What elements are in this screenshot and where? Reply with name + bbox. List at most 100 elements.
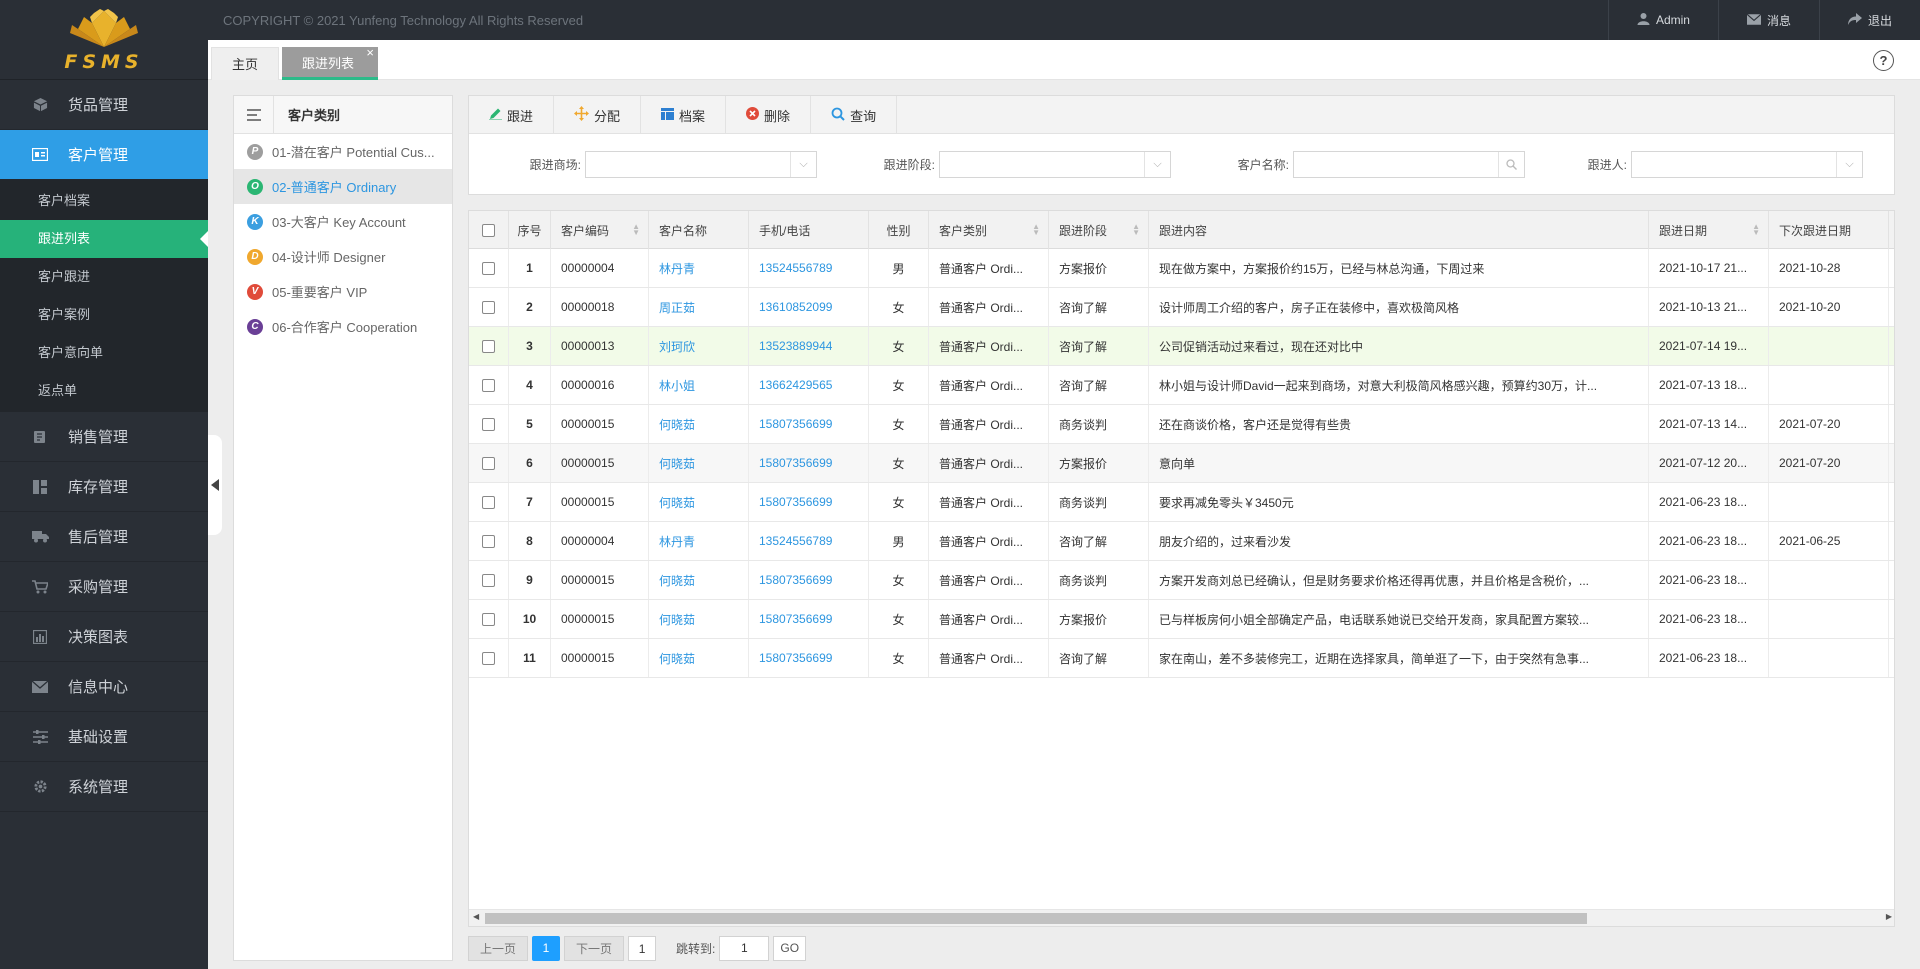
cell-name-text[interactable]: 何晓茹 bbox=[659, 650, 695, 667]
col-code[interactable]: 客户编码 ▲ ▼ bbox=[551, 211, 649, 249]
cell-name-text[interactable]: 林小姐 bbox=[659, 377, 695, 394]
category-item-designer[interactable]: D 04-设计师 Designer bbox=[234, 239, 452, 274]
nav-system[interactable]: 系统管理 bbox=[0, 762, 208, 812]
jump-page-input[interactable]: 1 bbox=[719, 935, 770, 961]
cell-name-text[interactable]: 周正茹 bbox=[659, 299, 695, 316]
sidebar-collapse-toggle[interactable] bbox=[208, 435, 222, 535]
sub-rebate-order[interactable]: 返点单 bbox=[0, 372, 208, 410]
row-checkbox[interactable] bbox=[482, 378, 495, 392]
cell-phone[interactable]: 13610852099 bbox=[749, 288, 869, 326]
customer-name-input[interactable] bbox=[1293, 150, 1525, 178]
sub-customer-followup[interactable]: 客户跟进 bbox=[0, 258, 208, 296]
followup-button[interactable]: 跟进 bbox=[469, 96, 555, 134]
logout-button[interactable]: 退出 bbox=[1818, 0, 1920, 40]
cell-phone-text[interactable]: 13524556789 bbox=[759, 261, 832, 275]
category-item-cooperation[interactable]: C 06-合作客户 Cooperation bbox=[234, 309, 452, 344]
cell-phone-text[interactable]: 15807356699 bbox=[759, 495, 832, 509]
cell-name-text[interactable]: 林丹青 bbox=[659, 260, 695, 277]
row-checkbox[interactable] bbox=[482, 612, 495, 626]
cell-phone-text[interactable]: 15807356699 bbox=[759, 573, 832, 587]
nav-decision-charts[interactable]: 决策图表 bbox=[0, 612, 208, 662]
nav-aftersales[interactable]: 售后管理 bbox=[0, 512, 208, 562]
col-stage[interactable]: 跟进阶段 ▲ ▼ bbox=[1049, 211, 1149, 249]
cell-phone[interactable]: 13524556789 bbox=[749, 249, 869, 287]
nav-inventory[interactable]: 库存管理 bbox=[0, 462, 208, 512]
category-item-potential[interactable]: P 01-潜在客户 Potential Cus... bbox=[234, 134, 452, 169]
cell-phone[interactable]: 13662429565 bbox=[749, 366, 869, 404]
cell-phone-text[interactable]: 13523889944 bbox=[759, 339, 832, 353]
archive-button[interactable]: 档案 bbox=[641, 96, 727, 134]
cell-phone[interactable]: 15807356699 bbox=[749, 444, 869, 482]
table-row[interactable]: 2 00000018 周正茹 13610852099 女 普通客户 Ordi... 咨询了解… bbox=[469, 288, 1894, 327]
row-checkbox[interactable] bbox=[482, 495, 495, 509]
assign-button[interactable]: 分配 bbox=[554, 96, 642, 134]
table-row[interactable]: 8 00000004 林丹青 13524556789 男 普通客户 Ordi... 咨询了解… bbox=[469, 522, 1894, 561]
cell-phone[interactable]: 15807356699 bbox=[749, 639, 869, 677]
cell-phone-text[interactable]: 13524556789 bbox=[759, 534, 832, 548]
select-all-checkbox[interactable] bbox=[482, 223, 495, 237]
cell-name-text[interactable]: 何晓茹 bbox=[659, 416, 695, 433]
row-checkbox[interactable] bbox=[482, 261, 495, 275]
cell-name[interactable]: 何晓茹 bbox=[649, 483, 749, 521]
next-page-button[interactable]: 下一页 bbox=[564, 935, 625, 961]
table-row[interactable]: 3 00000013 刘珂欣 13523889944 女 普通客户 Ordi... 咨询了解… bbox=[469, 327, 1894, 366]
row-checkbox[interactable] bbox=[482, 651, 495, 665]
cell-name[interactable]: 何晓茹 bbox=[649, 639, 749, 677]
cell-phone[interactable]: 13524556789 bbox=[749, 522, 869, 560]
cell-phone[interactable]: 15807356699 bbox=[749, 405, 869, 443]
category-item-key-account[interactable]: K 03-大客户 Key Account bbox=[234, 204, 452, 239]
cell-phone-text[interactable]: 15807356699 bbox=[759, 651, 832, 665]
row-checkbox[interactable] bbox=[482, 456, 495, 470]
sub-intention-order[interactable]: 客户意向单 bbox=[0, 334, 208, 372]
cell-phone[interactable]: 15807356699 bbox=[749, 483, 869, 521]
query-button[interactable]: 查询 bbox=[811, 96, 898, 134]
nav-purchase[interactable]: 采购管理 bbox=[0, 562, 208, 612]
tab-close-icon[interactable]: × bbox=[366, 36, 374, 69]
col-type[interactable]: 客户类别 ▲ ▼ bbox=[929, 211, 1049, 249]
table-row[interactable]: 7 00000015 何晓茹 15807356699 女 普通客户 Ordi... 商务谈判… bbox=[469, 483, 1894, 522]
cell-name-text[interactable]: 林丹青 bbox=[659, 533, 695, 550]
follower-select[interactable]: ⌵ bbox=[1631, 150, 1863, 178]
cell-name[interactable]: 周正茹 bbox=[649, 288, 749, 326]
table-row[interactable]: 11 00000015 何晓茹 15807356699 女 普通客户 Ordi... 咨询了… bbox=[469, 639, 1894, 678]
row-checkbox[interactable] bbox=[482, 417, 495, 431]
cell-phone-text[interactable]: 15807356699 bbox=[759, 456, 832, 470]
cell-name[interactable]: 何晓茹 bbox=[649, 561, 749, 599]
prev-page-button[interactable]: 上一页 bbox=[468, 935, 529, 961]
messages-button[interactable]: 消息 bbox=[1717, 0, 1819, 40]
cell-name[interactable]: 何晓茹 bbox=[649, 600, 749, 638]
cell-phone[interactable]: 15807356699 bbox=[749, 561, 869, 599]
category-item-vip[interactable]: V 05-重要客户 VIP bbox=[234, 274, 452, 309]
current-page[interactable]: 1 bbox=[532, 935, 561, 961]
cell-phone-text[interactable]: 15807356699 bbox=[759, 417, 832, 431]
nav-customer[interactable]: 客户管理 bbox=[0, 130, 208, 180]
cell-name[interactable]: 何晓茹 bbox=[649, 444, 749, 482]
table-row[interactable]: 9 00000015 何晓茹 15807356699 女 普通客户 Ordi... 商务谈判… bbox=[469, 561, 1894, 600]
help-icon[interactable]: ? bbox=[1873, 50, 1894, 71]
horizontal-scrollbar[interactable]: ◀ ▶ bbox=[469, 909, 1894, 926]
cell-name-text[interactable]: 何晓茹 bbox=[659, 611, 695, 628]
stage-select[interactable]: ⌵ bbox=[939, 150, 1171, 178]
cell-name-text[interactable]: 刘珂欣 bbox=[659, 338, 695, 355]
delete-button[interactable]: 删除 bbox=[726, 96, 812, 134]
user-menu-button[interactable]: Admin bbox=[1607, 0, 1718, 40]
table-row[interactable]: 1 00000004 林丹青 13524556789 男 普通客户 Ordi... 方案报价… bbox=[469, 249, 1894, 288]
cell-phone[interactable]: 13523889944 bbox=[749, 327, 869, 365]
row-checkbox[interactable] bbox=[482, 573, 495, 587]
cell-name-text[interactable]: 何晓茹 bbox=[659, 572, 695, 589]
col-date[interactable]: 跟进日期 ▲ ▼ bbox=[1649, 211, 1769, 249]
cell-phone[interactable]: 15807356699 bbox=[749, 600, 869, 638]
tab-home[interactable]: 主页 bbox=[211, 47, 280, 80]
table-row[interactable]: 4 00000016 林小姐 13662429565 女 普通客户 Ordi... 咨询了解… bbox=[469, 366, 1894, 405]
sub-followup-list[interactable]: 跟进列表 bbox=[0, 220, 208, 258]
cell-name[interactable]: 林丹青 bbox=[649, 249, 749, 287]
list-menu-icon[interactable] bbox=[234, 95, 274, 134]
row-checkbox[interactable] bbox=[482, 339, 495, 353]
cell-name[interactable]: 林小姐 bbox=[649, 366, 749, 404]
nav-goods[interactable]: 货品管理 bbox=[0, 80, 208, 130]
cell-phone-text[interactable]: 13662429565 bbox=[759, 378, 832, 392]
table-row[interactable]: 5 00000015 何晓茹 15807356699 女 普通客户 Ordi... 商务谈判… bbox=[469, 405, 1894, 444]
cell-name[interactable]: 刘珂欣 bbox=[649, 327, 749, 365]
tab-followup-list[interactable]: 跟进列表 × bbox=[282, 45, 378, 80]
scrollbar-thumb[interactable] bbox=[485, 913, 1587, 924]
